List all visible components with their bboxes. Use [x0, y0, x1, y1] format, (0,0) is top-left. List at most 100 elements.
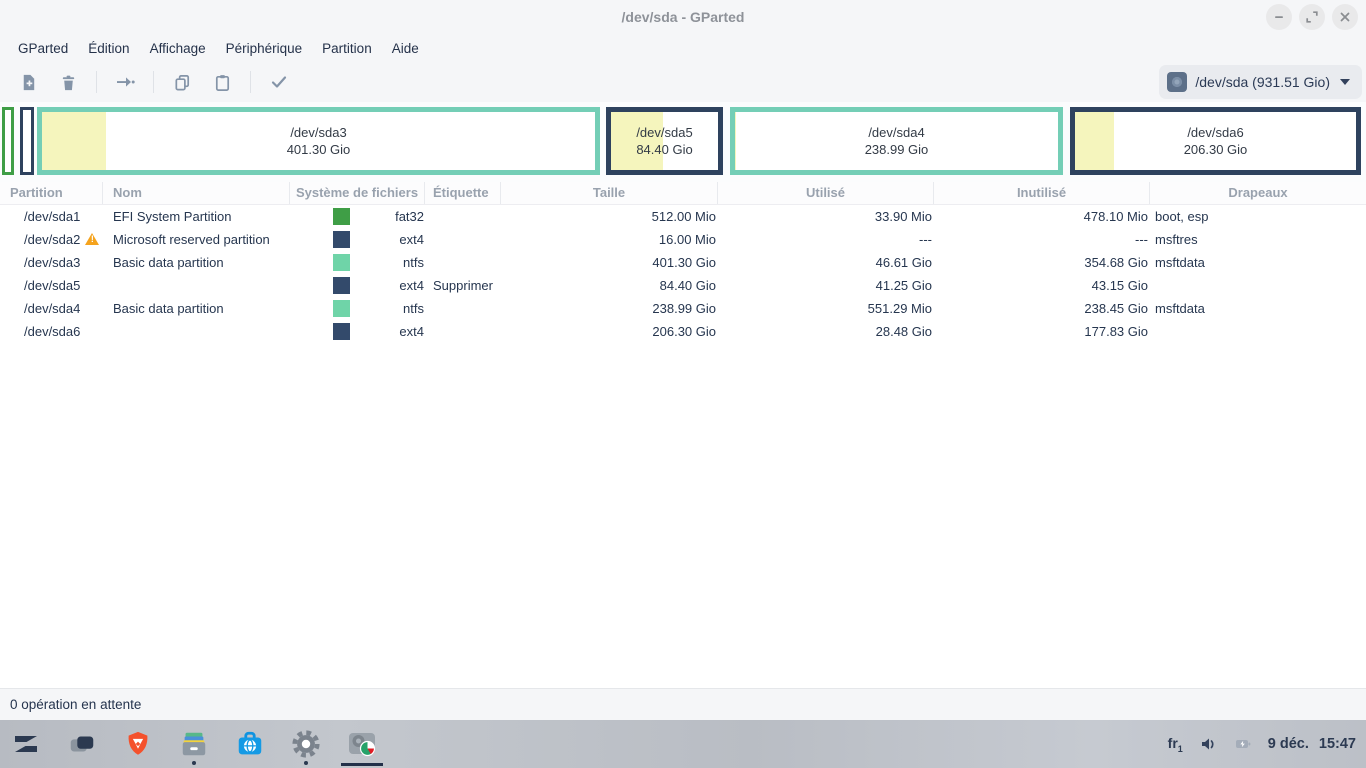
menu-partition[interactable]: Partition [314, 38, 380, 59]
cell-etiquette [425, 320, 501, 343]
zorin-menu-button[interactable] [6, 722, 46, 766]
clock[interactable]: 9 déc. 15:47 [1268, 736, 1356, 752]
cell-inutilise: 177.83 Gio [934, 320, 1150, 343]
column-header-systeme[interactable]: Système de fichiers [290, 182, 425, 204]
resize-move-button[interactable] [109, 67, 141, 97]
table-row[interactable]: /dev/sda4Basic data partitionntfs238.99 … [0, 297, 1366, 320]
cell-inutilise: 43.15 Gio [934, 274, 1150, 297]
software-store-button[interactable] [230, 722, 270, 766]
restore-button[interactable] [1299, 4, 1325, 30]
filesystem-color-swatch [333, 231, 350, 248]
cell-drapeaux: msftdata [1150, 251, 1366, 274]
running-indicator-dot [192, 761, 196, 765]
delete-partition-button[interactable] [52, 67, 84, 97]
partition-segment-sda5[interactable]: /dev/sda584.40 Gio [606, 107, 723, 175]
partition-segment-label: /dev/sda6206.30 Gio [1075, 112, 1356, 170]
cell-filesystem: ntfs [290, 297, 425, 320]
partition-table-body: /dev/sda1EFI System Partitionfat32512.00… [0, 205, 1366, 688]
cell-utilise: 41.25 Gio [718, 274, 934, 297]
window-controls [1266, 4, 1358, 30]
cell-drapeaux: msftdata [1150, 297, 1366, 320]
filesystem-color-swatch [333, 323, 350, 340]
column-header-drapeaux[interactable]: Drapeaux [1150, 182, 1366, 204]
cell-name [103, 320, 290, 343]
device-selector[interactable]: /dev/sda (931.51 Gio) [1159, 65, 1362, 99]
filesystem-color-swatch [333, 277, 350, 294]
apply-operations-button[interactable] [263, 67, 295, 97]
minimize-button[interactable] [1266, 4, 1292, 30]
partition-segment-sda1[interactable] [2, 107, 14, 175]
column-header-utilise[interactable]: Utilisé [718, 182, 934, 204]
menu-peripherique[interactable]: Périphérique [218, 38, 311, 59]
menu-edition[interactable]: Édition [80, 38, 137, 59]
active-window-indicator [341, 763, 383, 766]
table-row[interactable]: /dev/sda1EFI System Partitionfat32512.00… [0, 205, 1366, 228]
menu-aide[interactable]: Aide [384, 38, 427, 59]
volume-icon[interactable] [1199, 735, 1219, 753]
zorin-menu-icon [10, 728, 42, 760]
window-title: /dev/sda - GParted [0, 9, 1366, 25]
cell-etiquette [425, 297, 501, 320]
new-partition-button[interactable] [12, 67, 44, 97]
workspaces-button[interactable] [62, 722, 102, 766]
cell-name: EFI System Partition [103, 205, 290, 228]
toolbar-separator [250, 71, 251, 93]
menu-affichage[interactable]: Affichage [142, 38, 214, 59]
close-button[interactable] [1332, 4, 1358, 30]
device-selector-label: /dev/sda (931.51 Gio) [1195, 74, 1330, 90]
cell-utilise: 551.29 Mio [718, 297, 934, 320]
copy-button[interactable] [166, 67, 198, 97]
cell-taille: 512.00 Mio [501, 205, 718, 228]
table-row[interactable]: /dev/sda5ext4Supprimer84.40 Gio41.25 Gio… [0, 274, 1366, 297]
cell-inutilise: 354.68 Gio [934, 251, 1150, 274]
cell-utilise: 46.61 Gio [718, 251, 934, 274]
table-row[interactable]: /dev/sda3Basic data partitionntfs401.30 … [0, 251, 1366, 274]
column-header-nom[interactable]: Nom [103, 182, 290, 204]
brave-browser-button[interactable] [118, 722, 158, 766]
gparted-taskbar-button[interactable] [342, 722, 382, 766]
pending-operations-text: 0 opération en attente [10, 697, 141, 712]
cell-partition: /dev/sda4 [0, 297, 103, 320]
cell-etiquette [425, 228, 501, 251]
new-partition-icon [19, 73, 38, 92]
toolbar-separator [96, 71, 97, 93]
column-header-taille[interactable]: Taille [501, 182, 718, 204]
paste-button[interactable] [206, 67, 238, 97]
column-header-etiquette[interactable]: Étiquette [425, 182, 501, 204]
cell-partition: /dev/sda1 [0, 205, 103, 228]
battery-charging-icon[interactable] [1235, 737, 1252, 751]
software-store-icon [235, 729, 265, 759]
cell-drapeaux [1150, 274, 1366, 297]
time-label: 15:47 [1319, 736, 1356, 752]
partition-segment-sda2[interactable] [20, 107, 34, 175]
cell-utilise: --- [718, 228, 934, 251]
partition-segment-sda6[interactable]: /dev/sda6206.30 Gio [1070, 107, 1361, 175]
taskbar: fr1 9 déc. 15:47 [0, 720, 1366, 768]
status-bar: 0 opération en attente [0, 688, 1366, 720]
file-manager-button[interactable] [174, 722, 214, 766]
close-icon [1339, 11, 1351, 23]
cell-partition: /dev/sda6 [0, 320, 103, 343]
cell-utilise: 28.48 Gio [718, 320, 934, 343]
partition-segment-sda4[interactable]: /dev/sda4238.99 Gio [730, 107, 1063, 175]
brave-browser-icon [123, 729, 153, 759]
table-row[interactable]: /dev/sda6ext4206.30 Gio28.48 Gio177.83 G… [0, 320, 1366, 343]
copy-icon [173, 73, 192, 92]
table-row[interactable]: /dev/sda2Microsoft reserved partitionext… [0, 228, 1366, 251]
partition-segment-label: /dev/sda584.40 Gio [611, 112, 718, 170]
keyboard-layout-indicator[interactable]: fr1 [1168, 735, 1183, 754]
column-header-partition[interactable]: Partition [0, 182, 103, 204]
file-manager-icon [179, 729, 209, 759]
cell-inutilise: 478.10 Mio [934, 205, 1150, 228]
menu-gparted[interactable]: GParted [10, 38, 76, 59]
date-label: 9 déc. [1268, 736, 1309, 752]
settings-button[interactable] [286, 722, 326, 766]
cell-inutilise: 238.45 Gio [934, 297, 1150, 320]
cell-etiquette [425, 205, 501, 228]
cell-filesystem: ntfs [290, 251, 425, 274]
title-bar: /dev/sda - GParted [0, 0, 1366, 34]
column-header-inutilise[interactable]: Inutilisé [934, 182, 1150, 204]
partition-segment-sda3[interactable]: /dev/sda3401.30 Gio [37, 107, 600, 175]
cell-partition: /dev/sda2 [0, 228, 103, 251]
filesystem-color-swatch [333, 254, 350, 271]
